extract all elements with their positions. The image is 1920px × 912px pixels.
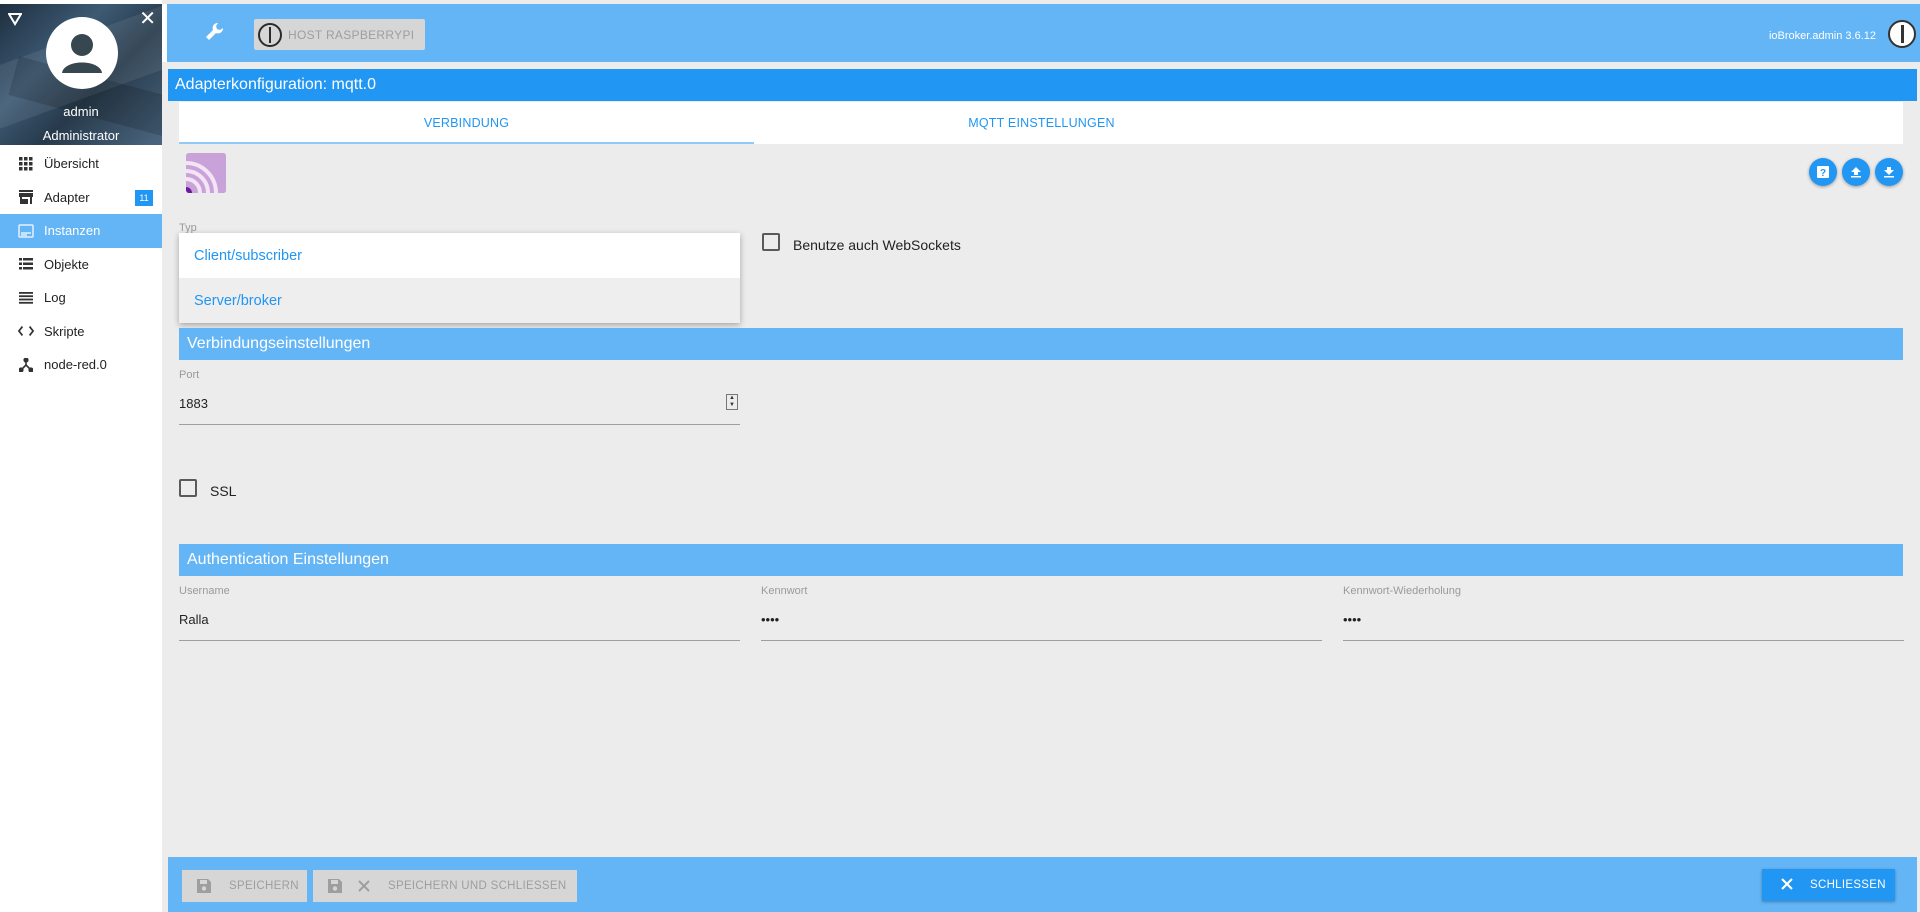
- save-icon: [196, 878, 212, 894]
- page-title: Adapterkonfiguration: mqtt.0: [175, 76, 377, 93]
- main-area: HOST RASPBERRYPI ioBroker.admin 3.6.12 A…: [162, 0, 1920, 912]
- host-label: HOST RASPBERRYPI: [288, 27, 415, 42]
- sidebar-item-label: Instanzen: [44, 223, 101, 239]
- port-underline: [179, 424, 740, 425]
- upload-button[interactable]: [1842, 158, 1870, 186]
- username-label: Username: [179, 585, 230, 597]
- auth-section-header: Authentication Einstellungen: [179, 544, 1903, 576]
- port-label: Port: [179, 369, 200, 381]
- iobroker-logo-icon[interactable]: [1888, 20, 1916, 48]
- user-role: Administrator: [42, 128, 120, 143]
- sidebar-item-scripts[interactable]: Skripte: [0, 315, 162, 349]
- typ-option-server[interactable]: Server/broker: [179, 278, 740, 323]
- iobroker-logo-icon: [258, 22, 282, 47]
- tab-mqtt-einstellungen[interactable]: MQTT EINSTELLUNGEN: [754, 102, 1329, 144]
- config-title-bar: Adapterkonfiguration: mqtt.0: [168, 69, 1917, 101]
- save-label: SPEICHERN: [229, 880, 299, 892]
- adapter-count-badge: 11: [135, 189, 153, 206]
- save-and-close-label: SPEICHERN UND SCHLIESSEN: [388, 880, 567, 892]
- close-label: SCHLIESSEN: [1810, 879, 1886, 891]
- port-input[interactable]: 1883: [179, 396, 208, 411]
- instances-icon: [18, 223, 34, 239]
- sidebar-item-instances[interactable]: Instanzen: [0, 214, 162, 248]
- code-icon: [18, 323, 34, 339]
- tab-bar: VERBINDUNG MQTT EINSTELLUNGEN: [179, 102, 1903, 144]
- port-stepper[interactable]: ▲ ▼: [726, 394, 738, 410]
- node-red-icon: [18, 357, 34, 373]
- list-icon: [18, 256, 34, 272]
- save-icon: [327, 878, 343, 894]
- websockets-label: Benutze auch WebSockets: [793, 237, 961, 253]
- password-repeat-input[interactable]: ••••: [1343, 612, 1361, 627]
- sidebar-item-label: Übersicht: [44, 156, 99, 172]
- apps-grid-icon: [18, 156, 34, 172]
- version-label: ioBroker.admin 3.6.12: [1768, 30, 1876, 42]
- lines-icon: [18, 290, 34, 306]
- password-input[interactable]: ••••: [761, 612, 779, 627]
- typ-option-client[interactable]: Client/subscriber: [179, 233, 740, 278]
- menu-toggle-icon[interactable]: [7, 12, 23, 31]
- store-icon: [18, 189, 34, 205]
- password-repeat-underline: [1343, 640, 1904, 641]
- save-button[interactable]: SPEICHERN: [182, 870, 307, 902]
- sidebar-item-label: Adapter: [44, 189, 90, 205]
- sidebar-item-adapter[interactable]: Adapter 11: [0, 181, 162, 215]
- user-panel: ✕ admin Administrator: [0, 4, 162, 145]
- sidebar-item-label: Skripte: [44, 323, 85, 339]
- close-icon[interactable]: ✕: [139, 9, 156, 29]
- avatar: [46, 17, 118, 89]
- top-toolbar: HOST RASPBERRYPI ioBroker.admin 3.6.12: [162, 4, 1920, 62]
- section-title: Verbindungseinstellungen: [187, 335, 371, 352]
- ssl-label: SSL: [210, 483, 237, 499]
- sidebar-item-label: node-red.0: [44, 357, 107, 373]
- sidebar-item-log[interactable]: Log: [0, 281, 162, 315]
- sidebar-item-label: Objekte: [44, 256, 89, 272]
- ssl-checkbox[interactable]: [179, 479, 197, 497]
- websockets-checkbox[interactable]: [762, 233, 780, 251]
- username-underline: [179, 640, 740, 641]
- password-underline: [761, 640, 1322, 641]
- sidebar-item-objects[interactable]: Objekte: [0, 248, 162, 282]
- sidebar-item-label: Log: [44, 290, 66, 306]
- close-button[interactable]: SCHLIESSEN: [1762, 869, 1895, 901]
- password-repeat-label: Kennwort-Wiederholung: [1343, 585, 1462, 597]
- section-title: Authentication Einstellungen: [187, 551, 389, 568]
- sidebar-item-node-red[interactable]: node-red.0: [0, 348, 162, 382]
- username-input[interactable]: Ralla: [179, 612, 209, 627]
- close-icon: [1780, 877, 1794, 894]
- connection-section-header: Verbindungseinstellungen: [179, 328, 1903, 360]
- host-button[interactable]: HOST RASPBERRYPI: [254, 19, 425, 50]
- footer-bar: SPEICHERN SPEICHERN UND SCHLIESSEN SCHLI…: [168, 857, 1917, 912]
- close-icon: [357, 879, 371, 893]
- user-name: admin: [63, 104, 99, 119]
- wrench-icon[interactable]: [205, 22, 225, 47]
- mqtt-adapter-logo: [186, 153, 226, 193]
- sidebar-item-overview[interactable]: Übersicht: [0, 147, 162, 181]
- typ-dropdown-menu: Client/subscriber Server/broker: [179, 233, 740, 323]
- sidebar-nav: Übersicht Adapter 11 Instanzen Objekte L…: [0, 147, 162, 382]
- download-button[interactable]: [1875, 158, 1903, 186]
- save-and-close-button[interactable]: SPEICHERN UND SCHLIESSEN: [313, 870, 577, 902]
- tab-verbindung[interactable]: VERBINDUNG: [179, 102, 754, 144]
- sidebar: ✕ admin Administrator Übersicht Adapter …: [0, 0, 162, 912]
- help-button[interactable]: ?: [1809, 158, 1837, 186]
- svg-text:?: ?: [1820, 168, 1826, 179]
- password-label: Kennwort: [761, 585, 808, 597]
